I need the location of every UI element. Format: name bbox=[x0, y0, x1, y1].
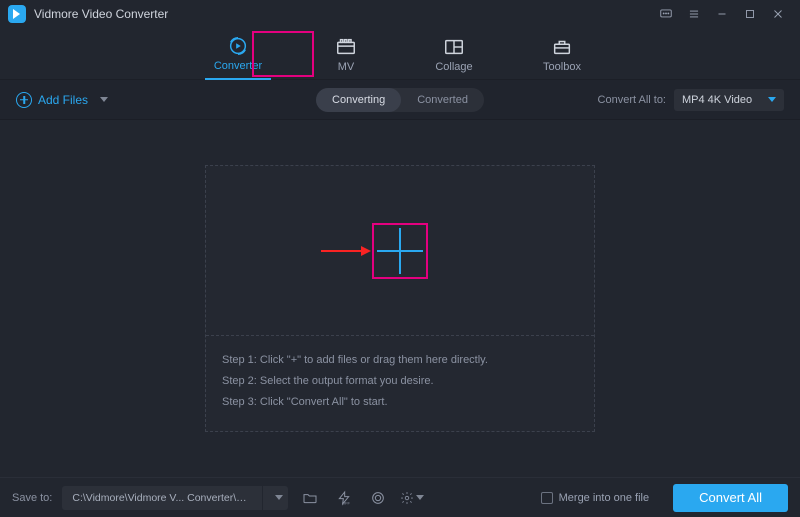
save-path-box: C:\Vidmore\Vidmore V... Converter\Conver… bbox=[62, 486, 288, 510]
tab-collage-label: Collage bbox=[435, 61, 472, 73]
tab-toolbox-label: Toolbox bbox=[543, 61, 581, 73]
save-path-dropdown[interactable] bbox=[262, 486, 288, 510]
sub-tabs: Converting Converted bbox=[316, 88, 484, 112]
svg-text:OFF: OFF bbox=[342, 500, 351, 505]
add-files-label: Add Files bbox=[38, 93, 88, 107]
convert-all-to: Convert All to: MP4 4K Video bbox=[598, 89, 784, 111]
merge-label: Merge into one file bbox=[559, 492, 650, 504]
highlight-add-plus bbox=[372, 223, 428, 279]
mv-icon bbox=[335, 37, 357, 57]
toolbar: Add Files Converting Converted Convert A… bbox=[0, 80, 800, 120]
hardware-accel-button[interactable]: OFF bbox=[332, 486, 356, 510]
instructions: Step 1: Click "+" to add files or drag t… bbox=[206, 336, 594, 431]
toolbox-icon bbox=[551, 37, 573, 57]
annotation-arrow bbox=[321, 246, 371, 256]
app-title: Vidmore Video Converter bbox=[34, 7, 168, 21]
chevron-down-icon bbox=[416, 495, 424, 500]
convert-all-to-label: Convert All to: bbox=[598, 94, 666, 106]
tab-mv[interactable]: MV bbox=[313, 37, 379, 79]
subtab-converting[interactable]: Converting bbox=[316, 88, 401, 112]
output-format-select[interactable]: MP4 4K Video bbox=[674, 89, 784, 111]
workspace: Step 1: Click "+" to add files or drag t… bbox=[0, 120, 800, 477]
instruction-step-2: Step 2: Select the output format you des… bbox=[222, 371, 578, 392]
maximize-button[interactable] bbox=[736, 0, 764, 28]
main-tabs: Converter MV Collage Toolbox bbox=[0, 28, 800, 80]
high-speed-button[interactable] bbox=[366, 486, 390, 510]
collage-icon bbox=[443, 37, 465, 57]
converter-icon bbox=[227, 36, 249, 56]
tab-collage[interactable]: Collage bbox=[421, 37, 487, 79]
tab-toolbox[interactable]: Toolbox bbox=[529, 37, 595, 79]
feedback-icon[interactable] bbox=[652, 0, 680, 28]
settings-button[interactable] bbox=[400, 486, 424, 510]
merge-checkbox[interactable] bbox=[541, 492, 553, 504]
subtab-converted[interactable]: Converted bbox=[401, 88, 484, 112]
save-to-label: Save to: bbox=[12, 492, 52, 504]
add-files-button[interactable]: Add Files bbox=[16, 92, 108, 108]
app-logo-icon bbox=[8, 5, 26, 23]
bottom-bar: Save to: C:\Vidmore\Vidmore V... Convert… bbox=[0, 477, 800, 517]
drop-zone[interactable] bbox=[206, 166, 594, 336]
instruction-step-3: Step 3: Click "Convert All" to start. bbox=[222, 392, 578, 413]
chevron-down-icon bbox=[768, 97, 776, 102]
drop-panel: Step 1: Click "+" to add files or drag t… bbox=[205, 165, 595, 432]
open-folder-button[interactable] bbox=[298, 486, 322, 510]
plus-circle-icon bbox=[16, 92, 32, 108]
output-format-value: MP4 4K Video bbox=[682, 94, 752, 106]
chevron-down-icon bbox=[100, 97, 108, 102]
tab-converter-label: Converter bbox=[214, 60, 262, 72]
menu-icon[interactable] bbox=[680, 0, 708, 28]
instruction-step-1: Step 1: Click "+" to add files or drag t… bbox=[222, 350, 578, 371]
tab-mv-label: MV bbox=[338, 61, 355, 73]
tab-converter[interactable]: Converter bbox=[205, 36, 271, 80]
merge-into-one-file[interactable]: Merge into one file bbox=[541, 492, 650, 504]
close-button[interactable] bbox=[764, 0, 792, 28]
chevron-down-icon bbox=[275, 495, 283, 500]
titlebar: Vidmore Video Converter bbox=[0, 0, 800, 28]
minimize-button[interactable] bbox=[708, 0, 736, 28]
convert-all-button[interactable]: Convert All bbox=[673, 484, 788, 512]
save-path-value[interactable]: C:\Vidmore\Vidmore V... Converter\Conver… bbox=[62, 492, 262, 504]
